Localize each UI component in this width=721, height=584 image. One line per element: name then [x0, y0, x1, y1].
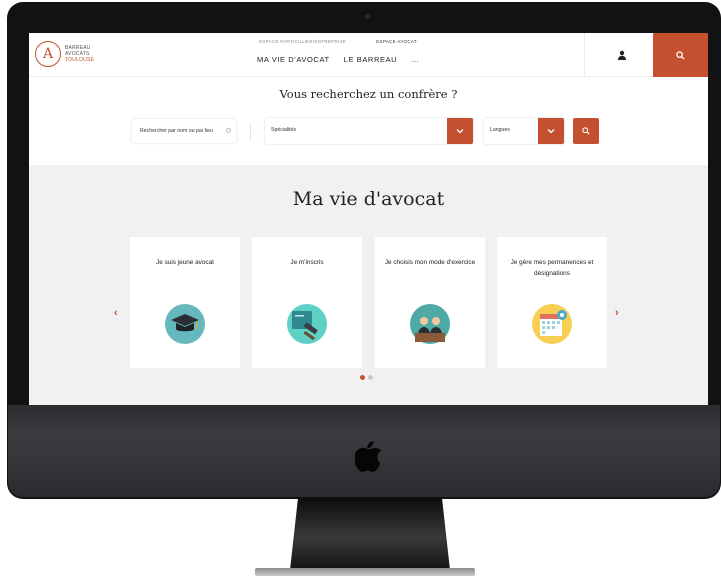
- user-icon[interactable]: [617, 50, 627, 60]
- langues-select[interactable]: Langues: [484, 118, 564, 144]
- camera-icon: [365, 14, 370, 19]
- carousel-dot-1[interactable]: [360, 375, 365, 380]
- ma-vie-section: Ma vie d'avocat ‹ › Je suis jeune avocat…: [29, 165, 708, 405]
- top-links: ESPACE PARTICULIER/ENTREPRISE ESPACE AVO…: [259, 39, 417, 44]
- card-label: Je gère mes permanences et désignations: [510, 259, 594, 277]
- imac-stand: [290, 498, 450, 570]
- section-title: Ma vie d'avocat: [292, 188, 445, 210]
- card-mode-exercice[interactable]: Je choisis mon mode d'exercice: [375, 237, 485, 368]
- finder-divider: [250, 123, 251, 141]
- nav-item-ma-vie[interactable]: MA VIE D'AVOCAT: [257, 55, 330, 64]
- specialites-toggle[interactable]: [447, 118, 473, 144]
- specialites-select[interactable]: Spécialités: [265, 118, 473, 144]
- top-link-particulier[interactable]: ESPACE PARTICULIER/ENTREPRISE: [259, 39, 346, 44]
- nav-item-barreau[interactable]: LE BARREAU: [344, 55, 398, 64]
- finder-row: Rechercher par nom ou par lieu Spécialit…: [29, 117, 708, 147]
- apple-logo-icon: [355, 441, 381, 472]
- main-nav: MA VIE D'AVOCAT LE BARREAU ...: [257, 55, 419, 64]
- location-icon: [226, 128, 231, 133]
- logo[interactable]: A BARREAU AVOCATS TOULOUSE: [35, 41, 94, 67]
- graduation-cap-icon: [165, 304, 205, 344]
- carousel-dot-2[interactable]: [368, 375, 373, 380]
- carousel-dots: [360, 375, 373, 380]
- card-label: Je m'inscris: [290, 259, 324, 266]
- card-inscris[interactable]: Je m'inscris: [252, 237, 362, 368]
- card-label: Je suis jeune avocat: [156, 259, 214, 266]
- name-search-input[interactable]: Rechercher par nom ou par lieu: [132, 119, 236, 143]
- header-search-button[interactable]: [653, 33, 708, 77]
- gavel-book-icon: [287, 304, 327, 344]
- header-divider: [584, 33, 585, 77]
- calendar-gear-icon: [532, 304, 572, 344]
- finder-title: Vous recherchez un confrère ?: [279, 87, 458, 101]
- chevron-down-icon: [456, 129, 464, 134]
- langues-toggle[interactable]: [538, 118, 564, 144]
- card-jeune-avocat[interactable]: Je suis jeune avocat: [130, 237, 240, 368]
- logo-text: BARREAU AVOCATS TOULOUSE: [65, 45, 94, 63]
- langues-label: Langues: [490, 127, 510, 133]
- chevron-down-icon: [547, 129, 555, 134]
- site-header: A BARREAU AVOCATS TOULOUSE ESPACE PARTIC…: [29, 33, 708, 77]
- search-icon: [676, 50, 685, 60]
- logo-mark-icon: A: [35, 41, 61, 67]
- finder-search-button[interactable]: [573, 118, 599, 144]
- name-search-placeholder: Rechercher par nom ou par lieu: [140, 128, 213, 134]
- imac-stand-base: [255, 568, 475, 576]
- specialites-label: Spécialités: [271, 127, 297, 133]
- nav-item-more[interactable]: ...: [411, 55, 419, 64]
- lawyers-icon: [410, 304, 450, 344]
- search-icon: [582, 127, 590, 135]
- carousel-next-button[interactable]: ›: [615, 307, 619, 319]
- carousel-prev-button[interactable]: ‹: [114, 307, 118, 319]
- card-permanences[interactable]: Je gère mes permanences et désignations: [497, 237, 607, 368]
- card-label: Je choisis mon mode d'exercice: [384, 259, 476, 266]
- top-link-avocat[interactable]: ESPACE AVOCAT: [376, 39, 417, 44]
- logo-line-3: TOULOUSE: [65, 57, 95, 63]
- screen: A BARREAU AVOCATS TOULOUSE ESPACE PARTIC…: [29, 33, 708, 405]
